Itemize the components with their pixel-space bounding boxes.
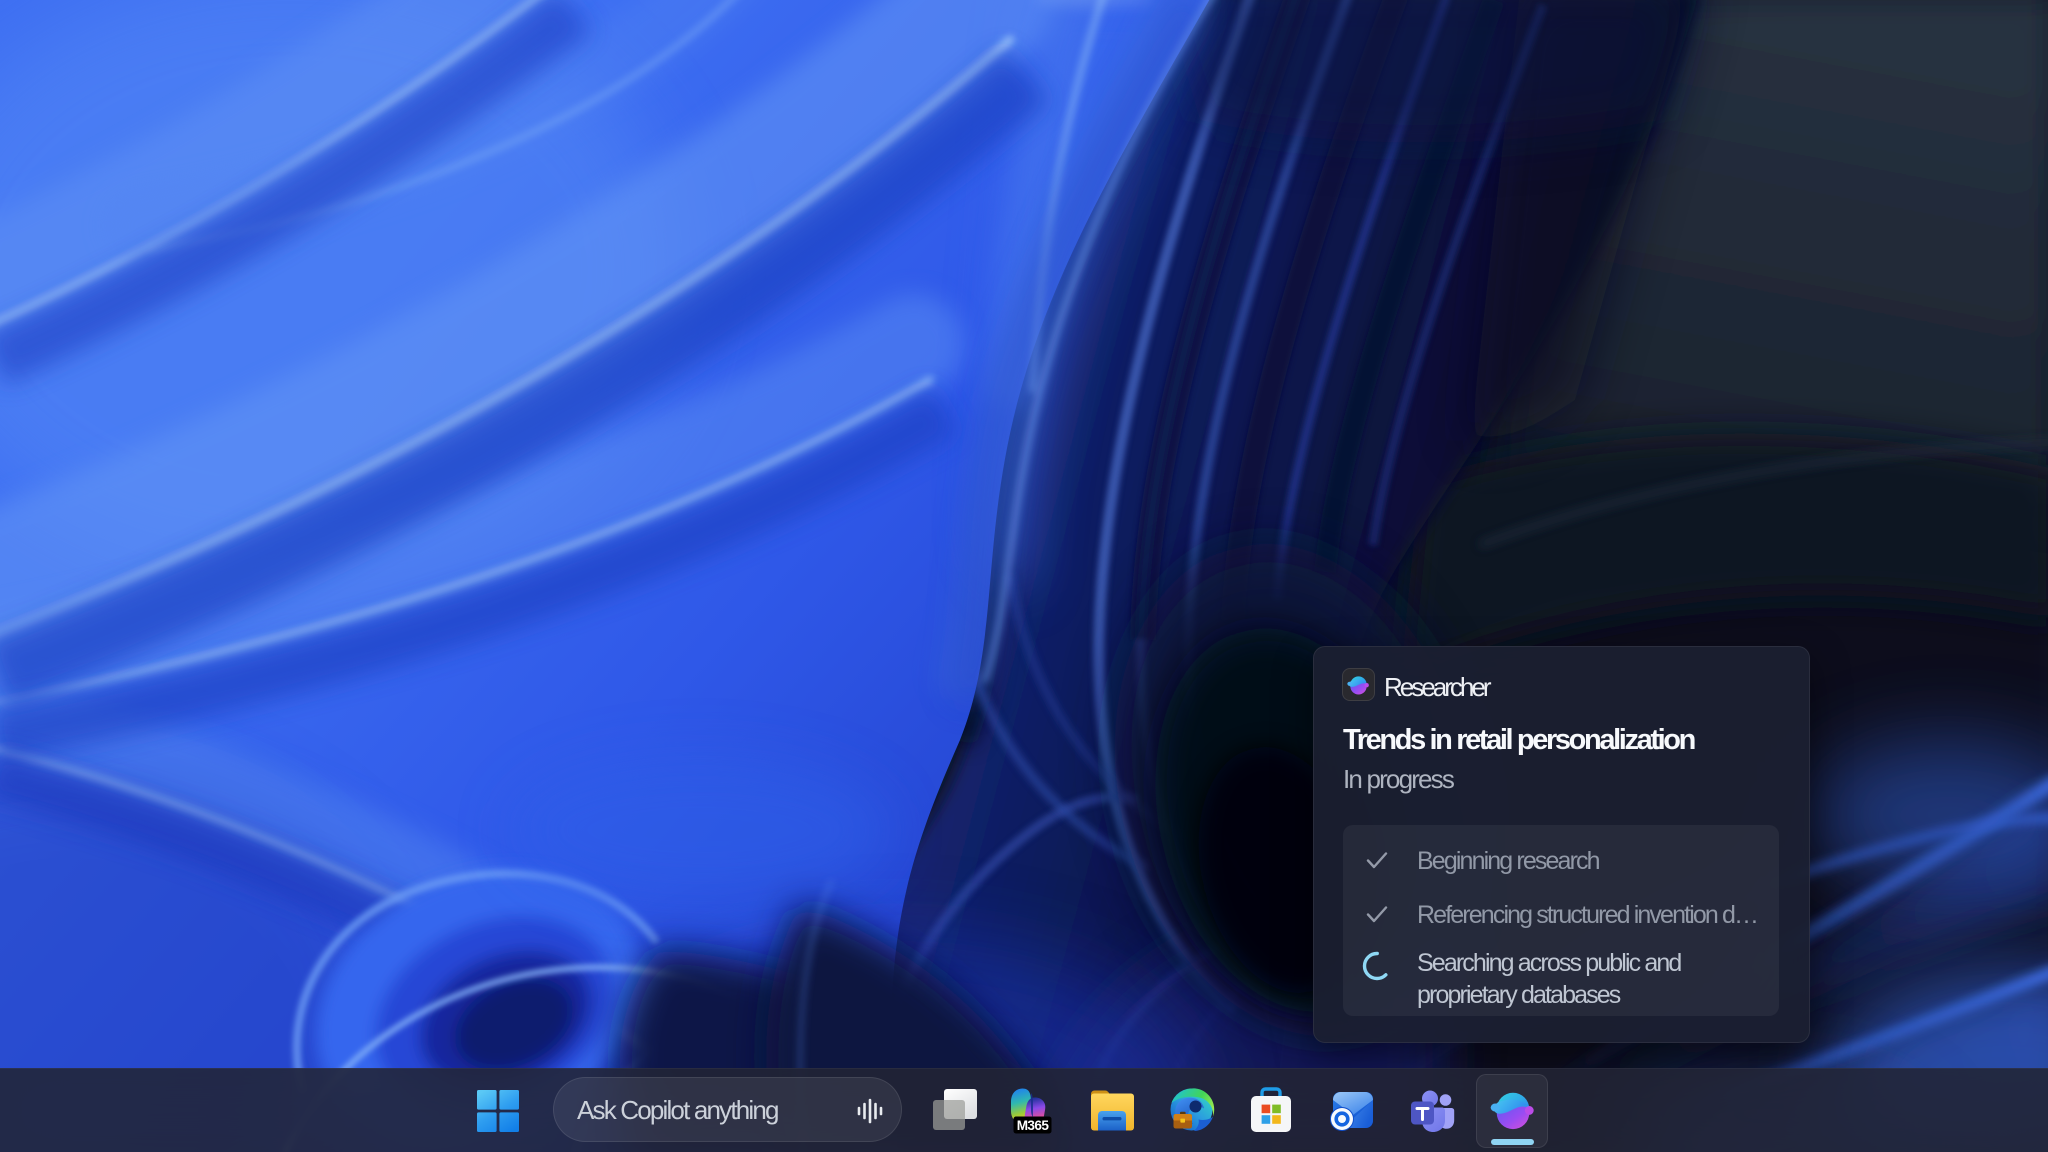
svg-text:M365: M365 — [1017, 1118, 1050, 1133]
